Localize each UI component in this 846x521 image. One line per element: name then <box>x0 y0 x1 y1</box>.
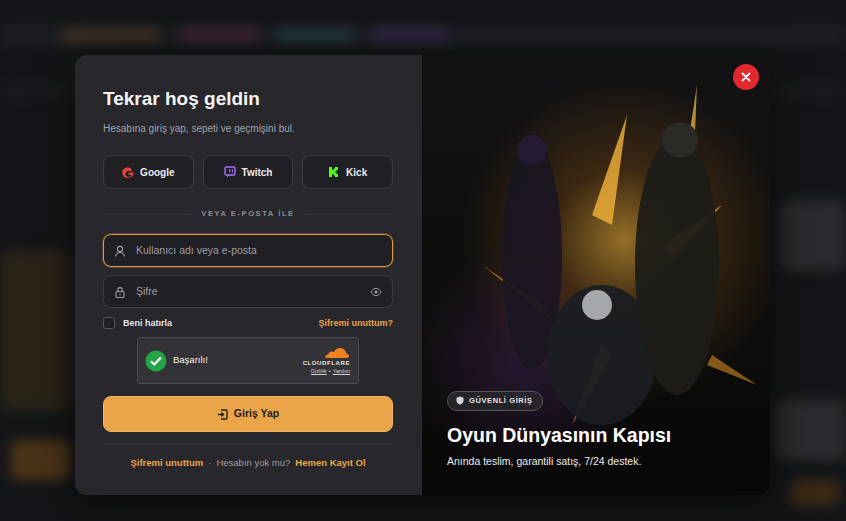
divider-label: VEYA E-POSTA İLE <box>201 209 294 219</box>
background-blur <box>0 250 70 410</box>
eye-icon <box>370 286 382 298</box>
kick-icon <box>328 166 340 178</box>
background-blur <box>370 28 450 42</box>
secure-badge-label: GÜVENLİ GİRİŞ <box>469 396 533 406</box>
username-input[interactable] <box>134 242 382 260</box>
success-check-icon <box>145 350 167 372</box>
cloudflare-brand: CLOUDFLAREGizlilik•Yardım <box>303 347 350 375</box>
background-blur <box>10 440 70 480</box>
hero-subtitle: Anında teslim, garantili satış, 7/24 des… <box>447 455 750 468</box>
lock-icon <box>114 286 126 298</box>
background-blur <box>780 200 846 270</box>
username-field[interactable] <box>103 234 393 267</box>
shield-icon <box>456 396 464 405</box>
captcha-status: Başarılı! <box>145 350 208 372</box>
background-blur <box>775 400 846 460</box>
login-button[interactable]: Giriş Yap <box>103 396 393 432</box>
remember-me[interactable]: Beni hatırla <box>103 316 172 330</box>
divider-line <box>103 214 191 215</box>
login-footer: Şifremi unuttum · Hesabın yok mu? Hemen Kay… <box>103 456 393 469</box>
captcha-status-text: Başarılı! <box>173 353 208 367</box>
secure-badge: GÜVENLİ GİRİŞ <box>447 391 543 411</box>
register-question: Hesabın yok mu? <box>216 456 290 469</box>
cloudflare-logo-icon <box>322 347 350 359</box>
social-login-row: Google Twitch Kick <box>103 155 393 189</box>
hero-panel: GÜVENLİ GİRİŞ Oyun Dünyasının Kapısı Anınd… <box>422 55 770 495</box>
social-login-label: Twitch <box>242 165 273 180</box>
register-link[interactable]: Hemen Kayıt Ol <box>295 456 365 469</box>
google-icon <box>122 166 134 178</box>
footer-divider <box>103 443 393 444</box>
divider: VEYA E-POSTA İLE <box>103 209 393 219</box>
remember-checkbox[interactable] <box>103 317 115 329</box>
remember-row: Beni hatırla Şifremi unuttum? <box>103 316 393 330</box>
social-login-button[interactable]: Google <box>103 155 194 189</box>
background-blur <box>60 28 160 42</box>
login-icon <box>217 409 228 420</box>
password-input[interactable] <box>134 283 362 301</box>
footer-separator: · <box>208 456 211 469</box>
login-subtitle: Hesabına giriş yap, sepeti ve geçmişini … <box>103 122 393 135</box>
social-login-button[interactable]: Kick <box>302 155 393 189</box>
background-blur <box>180 28 260 42</box>
social-login-label: Kick <box>346 165 367 180</box>
captcha-link[interactable]: Yardım <box>333 367 350 375</box>
user-icon <box>114 245 126 257</box>
password-field[interactable] <box>103 275 393 308</box>
close-icon <box>741 72 751 82</box>
close-button[interactable] <box>733 64 759 90</box>
forgot-password-footer-link[interactable]: Şifremi unuttum <box>130 456 203 469</box>
forgot-password-link[interactable]: Şifremi unuttum? <box>319 316 394 330</box>
login-modal: Tekrar hoş geldin Hesabına giriş yap, sep… <box>75 55 770 495</box>
remember-label: Beni hatırla <box>123 316 172 330</box>
captcha-widget: Başarılı! CLOUDFLAREGizlilik•Yardım <box>137 337 359 384</box>
captcha-links: Gizlilik•Yardım <box>311 367 350 375</box>
twitch-icon <box>224 166 236 178</box>
cloudflare-label: CLOUDFLARE <box>303 359 350 367</box>
hero-caption: GÜVENLİ GİRİŞ Oyun Dünyasının Kapısı Anınd… <box>447 388 750 468</box>
background-blur <box>275 28 355 42</box>
captcha-link-separator: • <box>329 367 331 375</box>
social-login-button[interactable]: Twitch <box>203 155 294 189</box>
divider-line <box>305 214 393 215</box>
login-title: Tekrar hoş geldin <box>103 87 393 110</box>
login-panel: Tekrar hoş geldin Hesabına giriş yap, sep… <box>75 55 422 495</box>
social-login-label: Google <box>140 165 174 180</box>
login-button-label: Giriş Yap <box>234 406 279 422</box>
background-blur <box>790 480 840 505</box>
hero-title: Oyun Dünyasının Kapısı <box>447 423 750 447</box>
captcha-link[interactable]: Gizlilik <box>311 367 327 375</box>
